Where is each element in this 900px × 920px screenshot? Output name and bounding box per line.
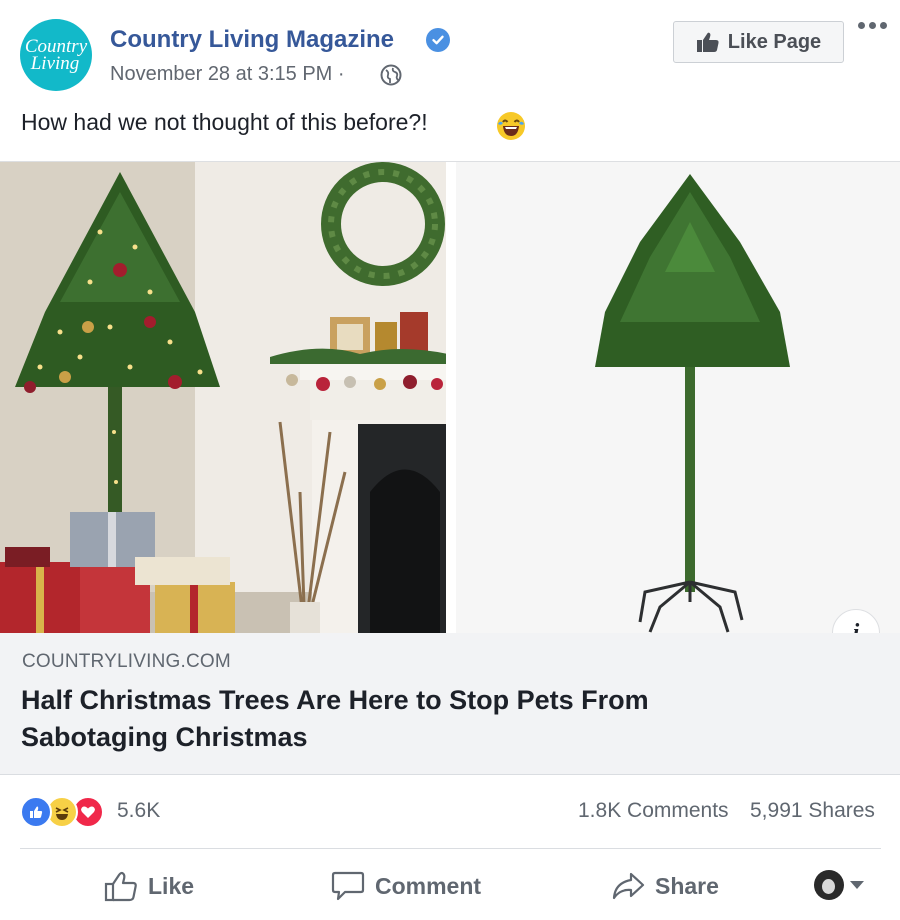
globe-icon (380, 64, 402, 86)
like-page-button[interactable]: Like Page (673, 21, 844, 63)
comment-bubble-icon (331, 871, 365, 901)
laughing-tears-emoji-icon (497, 112, 525, 140)
share-label: Share (655, 872, 719, 899)
facebook-post: Country Living Country Living Magazine N… (0, 0, 900, 920)
link-headline: Half Christmas Trees Are Here to Stop Pe… (21, 685, 649, 752)
post-timestamp[interactable]: November 28 at 3:15 PM · (110, 63, 345, 86)
link-preview-card[interactable]: COUNTRYLIVING.COM Half Christmas Trees A… (0, 633, 900, 775)
thumbs-up-outline-icon (104, 871, 137, 902)
like-label: Like (148, 872, 195, 899)
user-avatar (814, 870, 844, 900)
like-reaction-icon (20, 796, 52, 828)
divider (20, 848, 881, 849)
page-avatar[interactable]: Country Living (20, 19, 92, 91)
page-name-link[interactable]: Country Living Magazine (110, 26, 394, 54)
share-arrow-icon (612, 872, 645, 900)
comments-count-link[interactable]: 1.8K Comments (578, 799, 729, 823)
like-page-label: Like Page (727, 30, 822, 53)
thumbs-up-icon (696, 32, 719, 52)
more-options-icon[interactable] (858, 22, 887, 29)
link-preview-image[interactable] (0, 161, 900, 634)
reaction-icons[interactable] (20, 796, 104, 828)
comment-button[interactable]: Comment (331, 864, 481, 908)
account-switcher[interactable] (814, 870, 864, 900)
like-button[interactable]: Like (104, 864, 194, 908)
post-text: How had we not thought of this before?! (21, 109, 428, 135)
reactions-count[interactable]: 5.6K (117, 799, 160, 823)
shares-count-link[interactable]: 5,991 Shares (750, 799, 875, 823)
chevron-down-icon (850, 881, 864, 889)
half-christmas-tree-photo (0, 162, 900, 634)
link-domain: COUNTRYLIVING.COM (22, 651, 231, 672)
comment-label: Comment (375, 872, 482, 899)
verified-badge-icon (426, 28, 450, 52)
avatar-text-line2: Living (30, 53, 80, 74)
share-button[interactable]: Share (611, 864, 719, 908)
